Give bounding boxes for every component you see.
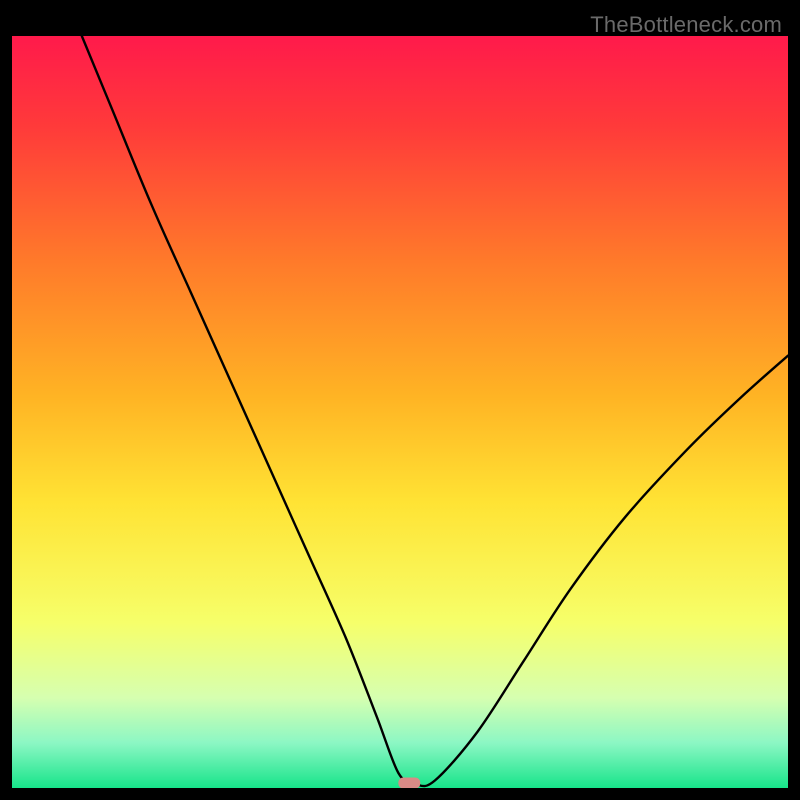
plot-area — [12, 36, 788, 788]
bottleneck-chart — [12, 36, 788, 788]
chart-frame: TheBottleneck.com — [12, 12, 788, 788]
min-marker — [398, 778, 420, 789]
watermark-text: TheBottleneck.com — [590, 12, 782, 38]
